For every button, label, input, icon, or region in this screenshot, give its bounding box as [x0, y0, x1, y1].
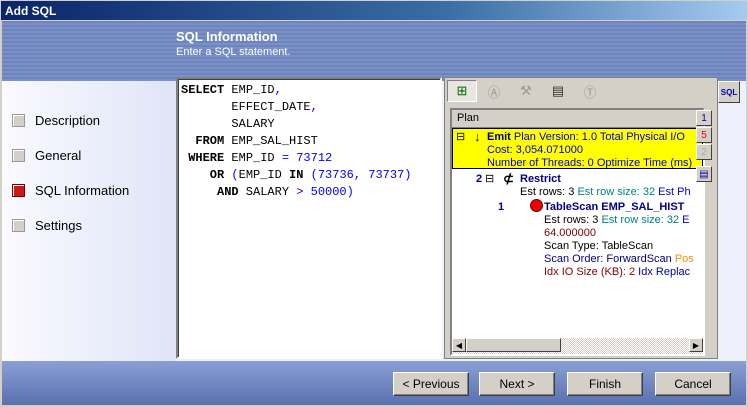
tablescan-e: E [682, 214, 690, 226]
restrict-title: Restrict [520, 173, 561, 185]
step-active-icon [12, 184, 25, 197]
window-title: Add SQL [5, 4, 57, 18]
steps-sidebar: Description General SQL Information Sett… [2, 81, 176, 361]
step-checkbox-icon [12, 149, 25, 162]
finish-button[interactable]: Finish [567, 372, 643, 396]
sql-token: SALARY [181, 117, 275, 131]
sql-token: AND [181, 185, 239, 199]
step-label: General [35, 148, 82, 163]
sql-token: > 50000) [296, 185, 354, 199]
emit-icon: ↓ [474, 129, 481, 144]
horizontal-scrollbar[interactable]: ◀ ▶ [452, 338, 703, 354]
sql-token: WHERE [181, 151, 225, 165]
step-label: Settings [35, 218, 82, 233]
sql-line: OR (EMP_ID IN (73736, 73737) [181, 167, 437, 184]
step-sql-information[interactable]: SQL Information [12, 183, 129, 198]
button-bar: < Previous Next > Finish Cancel [2, 361, 746, 405]
previous-button[interactable]: < Previous [393, 372, 469, 396]
side-button-2[interactable]: 2 [696, 144, 712, 160]
sql-token: (73736, 73737) [303, 168, 412, 182]
sql-line: SELECT EMP_ID, [181, 82, 437, 99]
sql-token: OR [181, 168, 225, 182]
plan-panel: ⊞ Ⓐ ⚒ ▤ Ⓣ Plan ⊟ ↓ Emit Plan Version: 1.… [444, 77, 718, 359]
restrict-ph: Est Ph [658, 186, 691, 198]
side-button-5[interactable]: 5 [696, 127, 712, 143]
sql-token: EMP_ID [224, 151, 282, 165]
sql-editor[interactable]: SELECT EMP_ID, EFFECT_DATE, SALARY FROM … [176, 77, 442, 359]
step-label: Description [35, 113, 101, 128]
finish-label: Finish [588, 377, 621, 391]
page-subtitle: Enter a SQL statement. [176, 46, 291, 58]
scan-order: Scan Order: ForwardScan [544, 253, 672, 265]
abstract-plan-icon[interactable]: Ⓐ [479, 80, 509, 102]
restrict-rows: Est rows: 3 [520, 186, 575, 198]
cancel-label: Cancel [674, 377, 712, 391]
tablescan-rows: Est rows: 3 [544, 214, 599, 226]
sql-token: EFFECT_DATE [181, 100, 311, 114]
tablescan-number: 1 [498, 201, 505, 213]
side-button-1[interactable]: 1 [696, 110, 712, 126]
sql-token: = 73712 [281, 151, 333, 165]
plan-column-header: Plan [452, 110, 703, 128]
emit-threads: Number of Threads: 0 Optimize Time (ms) [487, 157, 693, 169]
sql-token: , [310, 100, 318, 114]
sql-token: ( [224, 168, 239, 182]
tools-icon[interactable]: ⚒ [511, 80, 541, 102]
restrict-icon: ⊄ [503, 171, 514, 186]
sql-line: WHERE EMP_ID = 73712 [181, 150, 437, 167]
step-checkbox-icon [12, 219, 25, 232]
text-icon[interactable]: Ⓣ [575, 80, 605, 102]
sql-token: EMP_ID [224, 83, 275, 97]
plan-tree-icon[interactable]: ⊞ [447, 80, 477, 102]
table-icon [530, 199, 543, 212]
sql-line: SALARY [181, 116, 437, 133]
scan-pos: Pos [674, 253, 694, 265]
sql-token: SALARY [238, 185, 297, 199]
scroll-thumb[interactable] [466, 338, 561, 352]
restrict-number: 2 [476, 173, 483, 185]
emit-info: Plan Version: 1.0 Total Physical I/O [513, 131, 685, 143]
header-banner: SQL Information Enter a SQL statement. [2, 21, 746, 81]
step-settings[interactable]: Settings [12, 218, 82, 233]
step-checkbox-icon [12, 114, 25, 127]
step-label: SQL Information [35, 183, 130, 198]
sql-line: FROM EMP_SAL_HIST [181, 133, 437, 150]
idx-io-size: Idx IO Size (KB): 2 [544, 266, 636, 278]
emit-title: Emit [487, 131, 511, 143]
sql-check-icon[interactable]: SQL [718, 81, 740, 103]
previous-label: Previous [412, 377, 460, 391]
sql-line: EFFECT_DATE, [181, 99, 437, 116]
tablescan-title: TableScan EMP_SAL_HIST [544, 201, 685, 213]
step-general[interactable]: General [12, 148, 81, 163]
title-bar: Add SQL [0, 0, 748, 21]
collapse-icon[interactable]: ⊟ [456, 131, 465, 144]
scroll-left-icon[interactable]: ◀ [452, 338, 466, 352]
tablescan-cost: 64.000000 [544, 227, 596, 239]
sql-token: FROM [181, 134, 225, 148]
next-label: Next [499, 377, 525, 391]
sql-token: SELECT [181, 83, 225, 97]
scan-type: Scan Type: TableScan [544, 240, 654, 252]
report-icon[interactable]: ▤ [543, 80, 573, 102]
scroll-right-icon[interactable]: ▶ [689, 338, 703, 352]
sql-token: , [274, 83, 282, 97]
sql-token: IN [289, 168, 304, 182]
restrict-rowsize: Est row size: 32 [577, 186, 656, 198]
sql-token: EMP_SAL_HIST [224, 134, 318, 148]
emit-cost: Cost: 3,054.071000 [487, 144, 584, 156]
wizard-content: SQL Information Enter a SQL statement. D… [2, 21, 746, 405]
tablescan-rowsize: Est row size: 32 [601, 214, 680, 226]
idx-replace: Idx Replac [638, 266, 691, 278]
page-title: SQL Information [176, 29, 278, 44]
step-description[interactable]: Description [12, 113, 100, 128]
cancel-button[interactable]: Cancel [655, 372, 731, 396]
details-icon[interactable]: ▤ [696, 166, 712, 182]
next-button[interactable]: Next > [479, 372, 555, 396]
collapse-icon[interactable]: ⊟ [485, 173, 494, 186]
sql-token: EMP_ID [238, 168, 290, 182]
plan-tree[interactable]: Plan ⊟ ↓ Emit Plan Version: 1.0 Total Ph… [450, 108, 705, 356]
sql-line: AND SALARY > 50000) [181, 184, 437, 201]
